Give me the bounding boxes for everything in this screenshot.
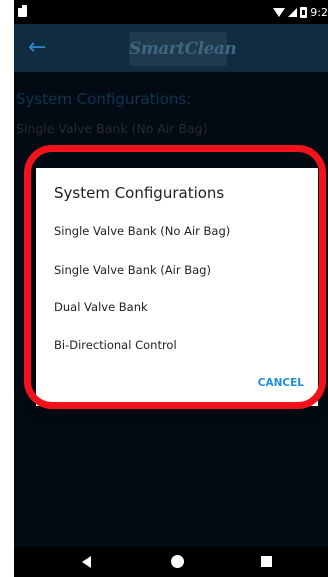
config-section-title: System Configurations: bbox=[16, 90, 192, 108]
sd-card-icon bbox=[18, 5, 27, 17]
nav-back-icon[interactable] bbox=[82, 556, 91, 568]
battery-icon bbox=[300, 6, 308, 18]
cancel-button[interactable]: CANCEL bbox=[258, 377, 304, 389]
arrow-left-icon[interactable]: ← bbox=[28, 36, 46, 60]
status-time: 9:2 bbox=[310, 5, 328, 19]
smartclean-logo: SmartClean bbox=[129, 32, 237, 66]
navigation-bar bbox=[14, 547, 328, 577]
phone-screen: 9:2 ← SmartClean System Configurations: … bbox=[14, 0, 328, 577]
status-icons: 9:2 bbox=[273, 3, 328, 21]
nav-home-icon[interactable] bbox=[171, 555, 184, 568]
option-single-valve-air-bag[interactable]: Single Valve Bank (Air Bag) bbox=[54, 263, 211, 277]
cell-signal-icon bbox=[288, 7, 298, 17]
config-current-value[interactable]: Single Valve Bank (No Air Bag) bbox=[16, 121, 208, 136]
option-bi-directional-control[interactable]: Bi-Directional Control bbox=[54, 338, 177, 352]
dialog-title: System Configurations bbox=[54, 184, 225, 202]
option-single-valve-no-air-bag[interactable]: Single Valve Bank (No Air Bag) bbox=[54, 224, 230, 238]
wifi-icon bbox=[273, 7, 286, 17]
app-bar: ← SmartClean bbox=[14, 24, 328, 72]
config-dialog: System Configurations Single Valve Bank … bbox=[36, 168, 318, 406]
option-dual-valve-bank[interactable]: Dual Valve Bank bbox=[54, 300, 148, 314]
status-bar: 9:2 bbox=[14, 0, 328, 24]
nav-recents-icon[interactable] bbox=[261, 556, 272, 567]
